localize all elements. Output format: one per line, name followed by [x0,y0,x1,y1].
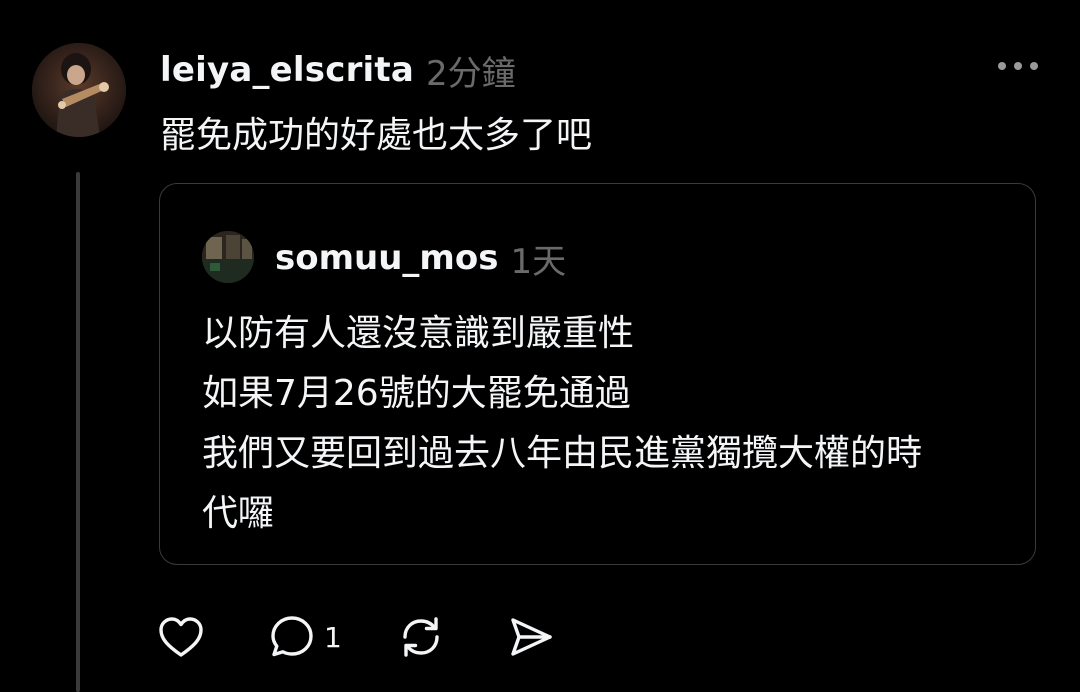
repost-icon [403,617,439,657]
quoted-text-line: 代囉 [202,493,275,534]
quoted-text-line: 如果7月26號的大罷免通過 [202,373,631,414]
post-text: 罷免成功的好處也太多了吧 [160,115,593,156]
thread-line [76,172,80,692]
quoted-username[interactable]: somuu_mos [275,238,498,278]
post-username[interactable]: leiya_elscrita [160,50,414,90]
reply-count: 1 [324,620,342,654]
more-dots-icon [998,62,1038,70]
post-header: leiya_elscrita 2分鐘 [160,46,516,94]
quoted-text-line: 我們又要回到過去八年由民進黨獨攬大權的時 [202,433,923,474]
quoted-text-line: 以防有人還沒意識到嚴重性 [202,313,635,354]
action-bar: 1 [158,612,554,662]
reply-button[interactable]: 1 [270,612,342,662]
quoted-avatar-illustration [202,231,254,283]
quoted-text: 以防有人還沒意識到嚴重性 如果7月26號的大罷免通過 我們又要回到過去八年由民進… [202,304,1002,544]
repost-button[interactable] [398,612,444,662]
post-timestamp: 2分鐘 [426,53,516,94]
quoted-timestamp: 1天 [510,241,567,282]
avatar-illustration [32,43,126,137]
avatar[interactable] [32,43,126,137]
more-options-button[interactable] [988,48,1048,84]
comment-bubble-icon [271,616,313,657]
quoted-header: somuu_mos 1天 [275,234,566,282]
quoted-post-card[interactable]: somuu_mos 1天 以防有人還沒意識到嚴重性 如果7月26號的大罷免通過 … [159,183,1036,565]
like-button[interactable] [158,612,204,662]
quoted-avatar[interactable] [202,231,254,283]
send-icon [511,618,552,656]
share-button[interactable] [508,612,554,662]
heart-icon [159,617,203,657]
